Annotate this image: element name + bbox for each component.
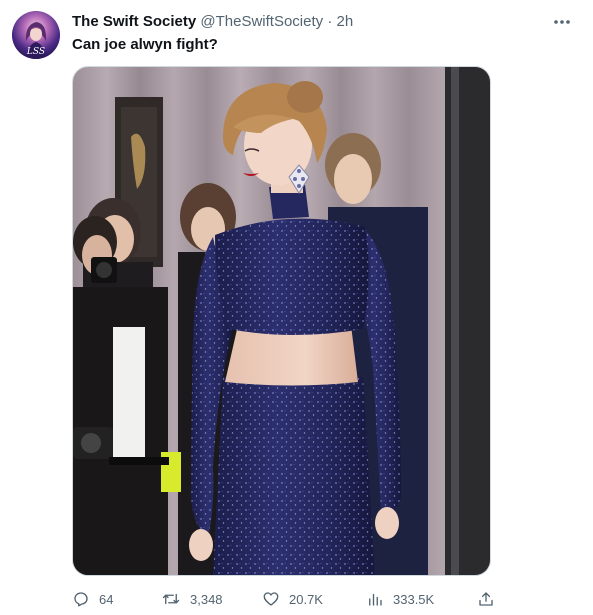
- avatar-monogram: LSS: [26, 47, 45, 57]
- like-count: 20.7K: [289, 591, 323, 607]
- tweet: LSS The Swift Society @TheSwiftSociety ·…: [0, 0, 593, 615]
- avatar-image: LSS: [12, 11, 60, 59]
- avatar[interactable]: LSS: [12, 11, 60, 59]
- tweet-photo[interactable]: [72, 66, 491, 576]
- tweet-text: Can joe alwyn fight?: [72, 36, 218, 53]
- separator-dot: ·: [327, 13, 333, 30]
- views-button[interactable]: 333.5K: [366, 588, 434, 610]
- more-options-button[interactable]: [549, 12, 575, 32]
- photo-image: [73, 67, 490, 575]
- views-count: 333.5K: [393, 591, 435, 607]
- reply-button[interactable]: 64: [72, 588, 113, 610]
- tweet-timestamp[interactable]: 2h: [337, 13, 354, 30]
- share-button[interactable]: [477, 588, 495, 610]
- like-button[interactable]: 20.7K: [262, 588, 323, 610]
- views-chart-icon: [369, 593, 382, 606]
- tweet-header: The Swift Society @TheSwiftSociety · 2h: [72, 12, 353, 32]
- reply-count: 64: [99, 591, 114, 607]
- share-icon: [479, 592, 493, 606]
- tweet-actions: 64 3,348 20.7K 333.5K: [72, 588, 502, 610]
- reply-icon: [74, 592, 88, 607]
- retweet-icon: [162, 593, 180, 605]
- retweet-button[interactable]: 3,348: [161, 588, 223, 610]
- more-horizontal-icon: [554, 20, 570, 24]
- retweet-count: 3,348: [190, 591, 223, 607]
- author-handle[interactable]: @TheSwiftSociety: [200, 13, 323, 30]
- heart-icon: [263, 592, 279, 606]
- author-display-name[interactable]: The Swift Society: [72, 13, 196, 30]
